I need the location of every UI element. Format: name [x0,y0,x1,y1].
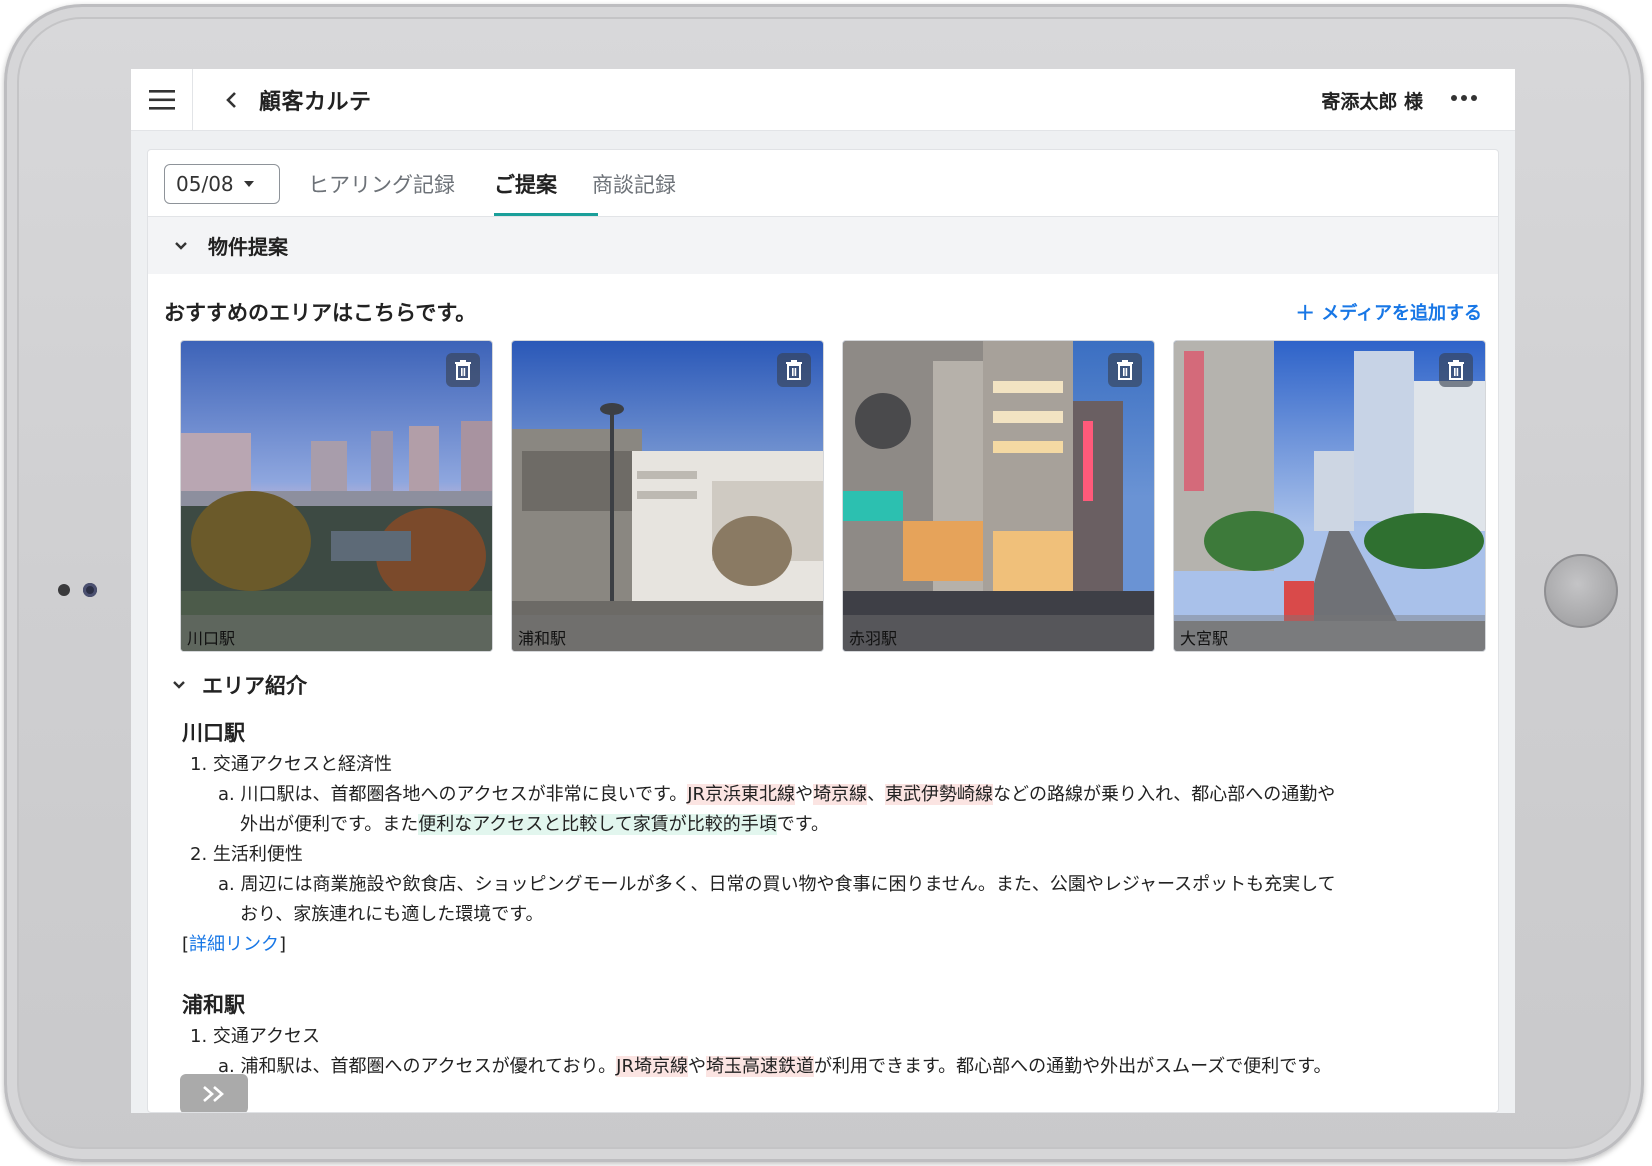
photo-caption: 川口駅 [181,615,492,651]
date-value: 05/08 [176,172,234,196]
more-button[interactable] [1447,83,1481,113]
more-icon [1451,95,1477,101]
home-button[interactable] [1544,554,1618,628]
highlight-red: 埼京線 [813,784,868,805]
delete-photo-button[interactable] [777,353,811,387]
photo-caption: 赤羽駅 [843,615,1154,651]
text-segment: 、 [867,784,886,805]
photo-caption: 浦和駅 [512,615,823,651]
menu-icon [148,89,175,110]
screen: 顧客カルテ 寄添太郎 様 05/08 ヒアリング記録 ご提案 商談記録 物件提案… [131,69,1515,1113]
tab-bar: 05/08 ヒアリング記録 ご提案 商談記録 [148,150,1498,217]
list-subitem: a. 周辺には商業施設や飲食店、ショッピングモールが多く、日常の買い物や食事に困… [204,870,1482,930]
bracket: [ [182,934,190,955]
camera-lens [83,583,97,597]
text-segment: おり、家族連れにも適した環境です。 [240,904,544,925]
double-chevron-right-icon [203,1086,224,1102]
text-segment: 外出が便利です。また [240,814,419,835]
camera-dot [58,584,70,596]
text-segment: a. 周辺には商業施設や飲食店、ショッピングモールが多く、日常の買い物や食事に困… [218,874,1336,895]
delete-photo-button[interactable] [1439,353,1473,387]
bracket: ] [279,934,287,955]
page-title: 顧客カルテ [259,89,372,115]
trash-icon [786,360,802,380]
chevron-down-icon [173,681,185,689]
section-header[interactable]: 物件提案 [148,217,1498,274]
detail-link-row: [詳細リンク] [182,930,1482,960]
station-photo [843,341,1154,651]
chevron-down-icon [174,239,188,253]
area-intro-title: エリア紹介 [202,674,307,698]
station-heading: 浦和駅 [182,993,245,1017]
list-item: 1. 交通アクセスと経済性 [190,754,392,775]
text-segment: や [687,1056,706,1077]
detail-link[interactable]: 詳細リンク [189,934,279,955]
photo-caption: 大宮駅 [1174,615,1485,651]
tab-hearing[interactable]: ヒアリング記録 [308,169,455,199]
caret-down-icon [243,181,254,187]
top-bar: 顧客カルテ 寄添太郎 様 [131,69,1515,131]
proposal-card: 05/08 ヒアリング記録 ご提案 商談記録 物件提案 おすすめのエリアはこちら… [147,149,1499,1113]
photo-gallery: 川口駅 浦和駅 赤羽駅 大宮駅 [180,340,1486,652]
trash-icon [1117,360,1133,380]
list-subitem: a. 川口駅は、首都圏各地へのアクセスが非常に良いです。JR京浜東北線や埼京線、… [204,780,1482,840]
station-photo [181,341,492,651]
delete-photo-button[interactable] [446,353,480,387]
tab-negotiation[interactable]: 商談記録 [592,169,676,199]
back-button[interactable] [219,87,245,113]
station-photo [512,341,823,651]
text-segment: や [795,784,814,805]
trash-icon [1448,360,1464,380]
highlight-red: JR京浜東北線 [687,784,796,805]
date-select[interactable]: 05/08 [164,164,280,204]
list-subitem: a. 浦和駅は、首都圏へのアクセスが優れており。JR埼京線や埼玉高速鉄道が利用で… [204,1052,1482,1082]
highlight-red: JR埼京線 [616,1056,688,1077]
customer-name: 寄添太郎 様 [1321,91,1423,113]
highlight-red: 東武伊勢崎線 [885,784,994,805]
active-tab-indicator [494,213,598,216]
add-media-label: メディアを追加する [1321,303,1482,324]
back-chevron-icon [226,91,236,108]
section-title: 物件提案 [208,235,288,259]
text-segment: です。 [776,814,829,835]
highlight-red: 埼玉高速鉄道 [705,1056,814,1077]
photo-card[interactable]: 赤羽駅 [842,340,1155,652]
list-item: 2. 生活利便性 [190,844,303,865]
delete-photo-button[interactable] [1108,353,1142,387]
highlight-green: 便利なアクセスと比較して家賃が比較的手頃 [418,814,777,835]
add-media-button[interactable]: + メディアを追加する [1295,298,1482,326]
tab-proposal[interactable]: ご提案 [494,169,557,199]
text-segment: が利用できます。都心部への通勤や外出がスムーズで便利です。 [813,1056,1332,1077]
photo-card[interactable]: 浦和駅 [511,340,824,652]
station-photo [1174,341,1485,651]
photo-card[interactable]: 川口駅 [180,340,493,652]
list-item: 1. 交通アクセス [190,1026,320,1047]
plus-icon: + [1295,298,1316,326]
expand-panel-button[interactable] [180,1074,248,1112]
text-segment: a. 浦和駅は、首都圏へのアクセスが優れており。 [218,1056,617,1077]
photo-card[interactable]: 大宮駅 [1173,340,1486,652]
text-segment: a. 川口駅は、首都圏各地へのアクセスが非常に良いです。 [218,784,688,805]
tablet-frame: 顧客カルテ 寄添太郎 様 05/08 ヒアリング記録 ご提案 商談記録 物件提案… [4,4,1644,1162]
station-heading: 川口駅 [182,721,245,745]
trash-icon [455,360,471,380]
text-segment: などの路線が乗り入れ、都心部への通勤や [993,784,1336,805]
area-intro-header[interactable]: エリア紹介 [172,670,307,700]
recommend-text: おすすめのエリアはこちらです。 [164,301,477,325]
area-content: 川口駅 1. 交通アクセスと経済性 a. 川口駅は、首都圏各地へのアクセスが非常… [182,718,1482,1082]
menu-button[interactable] [131,69,193,131]
